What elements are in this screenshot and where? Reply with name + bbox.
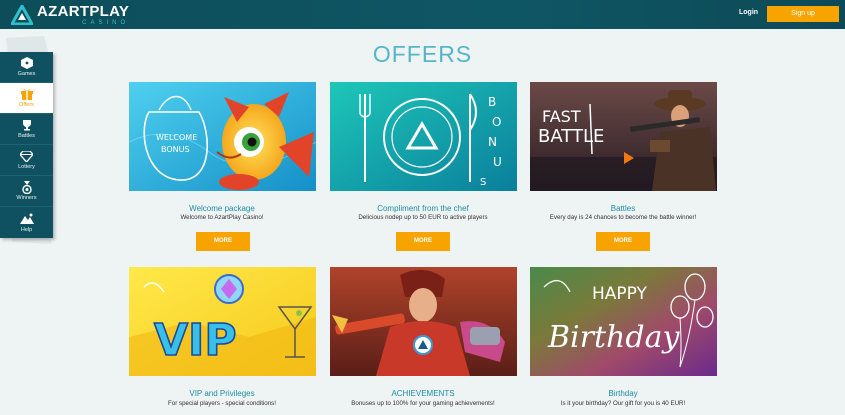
logo-subtitle: CASINO — [82, 19, 130, 26]
sidebar-item-label: Games — [17, 71, 36, 77]
logo-triangle-icon — [11, 4, 33, 25]
diamond-icon — [20, 150, 34, 162]
svg-text:B: B — [488, 95, 496, 109]
gift-icon — [20, 88, 34, 100]
trophy-icon — [20, 119, 34, 131]
help-icon — [19, 213, 34, 225]
offer-image-achievements[interactable] — [330, 267, 517, 376]
page-title: OFFERS — [372, 41, 473, 67]
svg-text:FAST: FAST — [542, 107, 581, 126]
battles-more-button[interactable]: MORE — [596, 232, 650, 251]
offer-image-birthday[interactable]: HAPPY Birthday — [530, 267, 717, 376]
offer-image-chef[interactable]: B O N U S — [330, 82, 517, 191]
vip-artwork: VIP — [129, 267, 316, 376]
svg-text:WELCOME: WELCOME — [156, 133, 197, 142]
sidebar-item-lottery[interactable]: Lottery — [0, 145, 53, 176]
brand-logo[interactable]: AZARTPLAY CASINO — [11, 3, 129, 26]
sidebar-item-battles[interactable]: Battles — [0, 114, 53, 145]
chef-plate-artwork: B O N U S — [330, 82, 517, 191]
top-header: AZARTPLAY CASINO Login Sign up — [0, 0, 845, 29]
sidebar-nav: Games Offers Battles Lottery Winners Hel… — [0, 52, 53, 238]
offer-image-vip[interactable]: VIP — [129, 267, 316, 376]
offer-description: Is it your birthday? Our gift for you is… — [560, 400, 686, 407]
svg-text:BATTLE: BATTLE — [538, 126, 604, 147]
offer-title: Battles — [610, 204, 636, 213]
svg-text:BONUS: BONUS — [161, 145, 190, 154]
svg-text:U: U — [493, 155, 502, 169]
sidebar-item-label: Help — [20, 226, 33, 233]
sidebar-item-label: Battles — [18, 133, 35, 139]
sidebar-item-offers[interactable]: Offers — [0, 83, 53, 114]
sidebar-item-label: Offers — [19, 102, 34, 108]
birthday-artwork: HAPPY Birthday — [530, 267, 717, 376]
offer-image-battles[interactable]: FAST BATTLE — [530, 82, 717, 191]
offer-title: Birthday — [608, 389, 638, 398]
svg-text:HAPPY: HAPPY — [592, 284, 648, 304]
svg-text:Birthday: Birthday — [547, 320, 680, 355]
offer-image-welcome[interactable]: WELCOME BONUS — [129, 82, 316, 191]
chef-more-button[interactable]: MORE — [396, 232, 450, 251]
svg-text:VIP: VIP — [154, 315, 237, 366]
sidebar-item-help[interactable]: Help — [0, 207, 53, 238]
achievements-artwork — [330, 267, 517, 376]
login-link[interactable]: Login — [739, 9, 758, 16]
welcome-more-button[interactable]: MORE — [196, 232, 250, 251]
svg-text:N: N — [488, 135, 497, 149]
svg-text:S: S — [480, 177, 486, 188]
signup-button[interactable]: Sign up — [767, 6, 839, 22]
welcome-bonus-artwork: WELCOME BONUS — [129, 82, 316, 191]
sidebar-item-winners[interactable]: Winners — [0, 176, 53, 207]
medal-icon — [20, 180, 34, 194]
sidebar-item-label: Winners — [16, 195, 37, 201]
fast-battle-artwork: FAST BATTLE — [530, 82, 717, 191]
offer-description: Every day is 24 chances to become the ba… — [549, 214, 697, 221]
logo-name: AZARTPLAY — [37, 2, 130, 20]
svg-text:O: O — [492, 115, 501, 129]
sidebar-item-label: Lottery — [18, 164, 35, 170]
